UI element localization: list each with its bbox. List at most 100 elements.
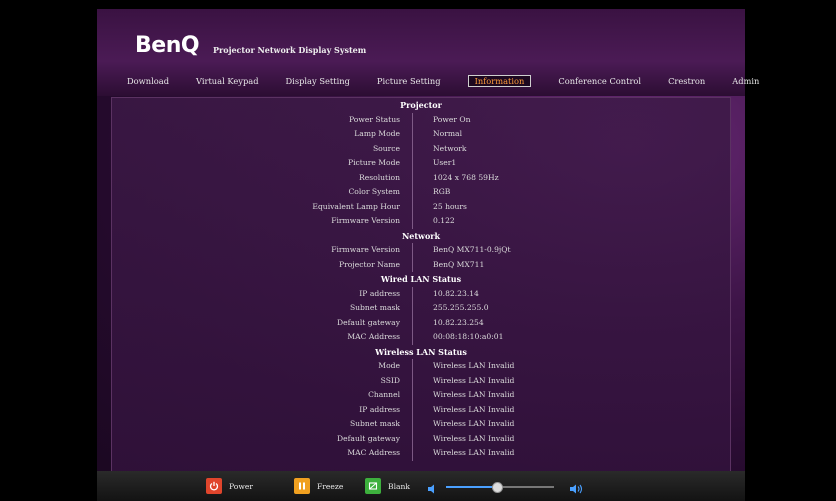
divider	[412, 199, 413, 214]
power-icon	[206, 478, 222, 494]
info-value: BenQ MX711-0.9jQt	[433, 245, 511, 254]
divider	[412, 402, 413, 417]
nav-download[interactable]: Download	[127, 76, 169, 86]
info-value: Wireless LAN Invalid	[433, 448, 515, 457]
speaker-high-icon[interactable]	[569, 480, 585, 499]
info-row: Power Status Power On	[112, 112, 730, 127]
divider	[412, 373, 413, 388]
info-row: Subnet mask 255.255.255.0	[112, 301, 730, 316]
divider	[412, 257, 413, 272]
freeze-label: Freeze	[317, 481, 344, 491]
info-row: Firmware Version 0.122	[112, 214, 730, 229]
section-title-wireless-lan-status: Wireless LAN Status	[375, 346, 467, 357]
divider	[412, 112, 413, 127]
divider	[412, 330, 413, 345]
divider	[412, 243, 413, 258]
divider	[412, 315, 413, 330]
info-label: Mode	[378, 361, 400, 370]
info-value: Network	[433, 143, 467, 153]
nav-virtual-keypad[interactable]: Virtual Keypad	[196, 76, 259, 86]
info-label: Resolution	[359, 172, 400, 182]
nav-display-setting[interactable]: Display Setting	[286, 76, 350, 86]
info-label: IP address	[359, 404, 400, 414]
info-row: Color System RGB	[112, 185, 730, 200]
info-row: Default gateway Wireless LAN Invalid	[112, 431, 730, 446]
divider	[412, 156, 413, 171]
control-bar: Power Freeze Blank	[97, 471, 745, 501]
info-row: Lamp Mode Normal	[112, 127, 730, 142]
info-value: Wireless LAN Invalid	[433, 419, 515, 428]
info-value: User1	[433, 158, 457, 167]
info-row: Default gateway 10.82.23.254	[112, 315, 730, 330]
info-value: 10.82.23.254	[433, 317, 484, 327]
info-label: MAC Address	[347, 332, 400, 341]
info-value: Wireless LAN Invalid	[433, 390, 515, 399]
header: BenQ Projector Network Display System Do…	[97, 9, 759, 96]
info-label: MAC Address	[347, 448, 400, 457]
info-label: Firmware Version	[331, 216, 400, 225]
info-row: Channel Wireless LAN Invalid	[112, 388, 730, 403]
freeze-button[interactable]: Freeze	[294, 478, 343, 494]
divider	[412, 431, 413, 446]
nav-admin[interactable]: Admin	[732, 76, 759, 86]
pause-icon	[294, 478, 310, 494]
info-value: BenQ MX711	[433, 259, 485, 269]
info-label: IP address	[359, 288, 400, 298]
system-title: Projector Network Display System	[213, 45, 367, 55]
blank-icon	[365, 478, 381, 494]
power-button[interactable]: Power	[206, 478, 253, 494]
info-value: 00:08:18:10:a0:01	[433, 332, 504, 341]
info-label: Color System	[348, 187, 400, 196]
info-label: Default gateway	[337, 433, 400, 443]
info-value: 1024 x 768 59Hz	[433, 172, 499, 182]
section-title-projector: Projector	[400, 100, 442, 110]
divider	[412, 359, 413, 374]
divider	[412, 127, 413, 142]
info-label: Firmware Version	[331, 245, 400, 254]
blank-label: Blank	[388, 481, 411, 491]
info-value: 10.82.23.14	[433, 288, 479, 298]
info-row: IP address 10.82.23.14	[112, 286, 730, 301]
divider	[412, 214, 413, 229]
info-label: Power Status	[348, 114, 400, 124]
info-label: Lamp Mode	[354, 129, 400, 138]
info-label: Subnet mask	[349, 419, 400, 428]
info-value: Power On	[433, 114, 471, 124]
divider	[412, 388, 413, 403]
info-value: Normal	[433, 129, 463, 138]
divider	[412, 301, 413, 316]
info-value: Wireless LAN Invalid	[433, 404, 515, 414]
info-value: 255.255.255.0	[433, 303, 489, 312]
info-label: SSID	[380, 375, 400, 385]
info-row: Projector Name BenQ MX711	[112, 257, 730, 272]
nav-information[interactable]: Information	[467, 75, 532, 87]
info-value: Wireless LAN Invalid	[433, 361, 515, 370]
info-value: RGB	[433, 187, 451, 196]
info-row: Picture Mode User1	[112, 156, 730, 171]
divider	[412, 446, 413, 461]
speaker-low-icon[interactable]	[427, 480, 439, 499]
main-window: BenQ Projector Network Display System Do…	[97, 9, 759, 501]
nav-conference-control[interactable]: Conference Control	[558, 76, 641, 86]
blank-button[interactable]: Blank	[365, 478, 410, 494]
info-label: Subnet mask	[349, 303, 400, 312]
info-row: Subnet mask Wireless LAN Invalid	[112, 417, 730, 432]
info-value: Wireless LAN Invalid	[433, 375, 515, 385]
nav-picture-setting[interactable]: Picture Setting	[377, 76, 441, 86]
section-title-network: Network	[401, 230, 441, 241]
info-row: MAC Address Wireless LAN Invalid	[112, 446, 730, 461]
info-row: SSID Wireless LAN Invalid	[112, 373, 730, 388]
info-value: 0.122	[433, 216, 455, 225]
info-row: Resolution 1024 x 768 59Hz	[112, 170, 730, 185]
divider	[412, 141, 413, 156]
info-label: Source	[372, 143, 400, 153]
volume-fill	[446, 486, 497, 488]
volume-slider[interactable]	[446, 482, 554, 493]
info-row: Mode Wireless LAN Invalid	[112, 359, 730, 374]
nav-crestron[interactable]: Crestron	[668, 76, 705, 86]
section-title-wired-lan-status: Wired LAN Status	[380, 274, 462, 284]
divider	[412, 286, 413, 301]
volume-handle[interactable]	[491, 482, 503, 493]
info-row: IP address Wireless LAN Invalid	[112, 402, 730, 417]
info-label: Projector Name	[339, 259, 400, 269]
